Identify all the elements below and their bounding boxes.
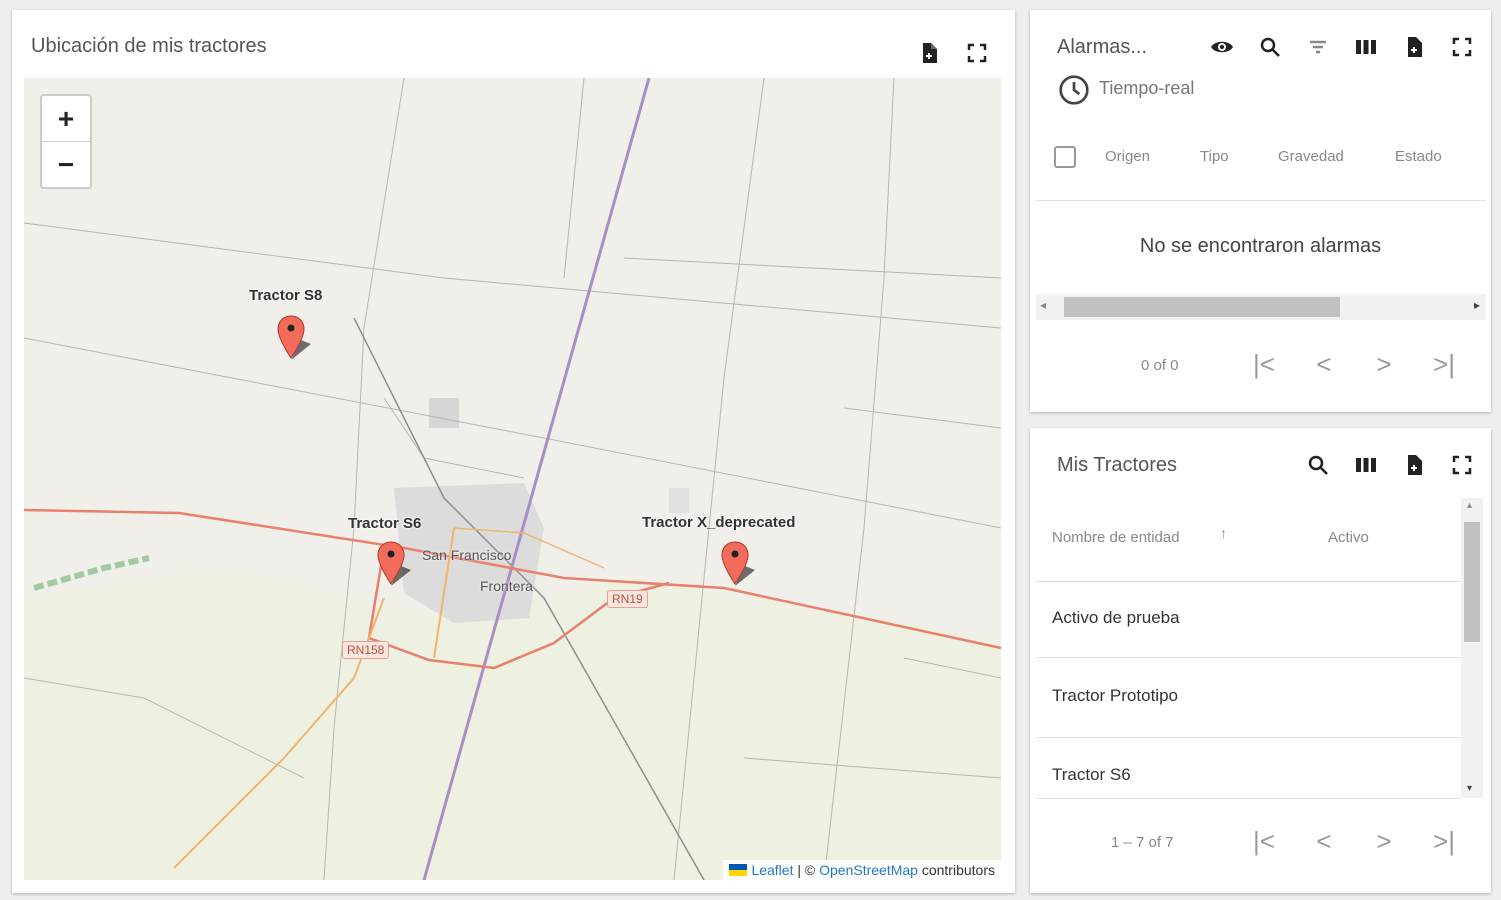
column-header-status[interactable]: Estado <box>1395 148 1442 165</box>
column-header-active[interactable]: Activo <box>1328 529 1369 546</box>
time-window-label[interactable]: Tiempo-real <box>1099 78 1203 99</box>
scroll-thumb[interactable] <box>1064 297 1340 317</box>
search-icon[interactable] <box>1255 32 1285 62</box>
pagination-range: 0 of 0 <box>1141 357 1179 374</box>
zoom-in-button[interactable]: + <box>42 96 90 141</box>
scroll-right-arrow-icon[interactable]: ▸ <box>1474 298 1480 312</box>
fullscreen-icon[interactable] <box>1447 450 1477 480</box>
tractors-widget: Mis Tractores Nombre de entidad ↑ Activo… <box>1030 428 1491 893</box>
scroll-up-arrow-icon[interactable]: ▴ <box>1467 500 1472 511</box>
fullscreen-icon[interactable] <box>1447 32 1477 62</box>
table-row[interactable]: Tractor S6 <box>1052 765 1131 785</box>
last-page-icon[interactable]: >| <box>1429 349 1459 380</box>
row-divider <box>1036 798 1461 799</box>
tractors-title: Mis Tractores <box>1057 454 1178 476</box>
previous-page-icon[interactable]: < <box>1309 349 1339 380</box>
marker-label: Tractor S8 <box>249 287 323 304</box>
header-divider <box>1036 581 1461 582</box>
fullscreen-icon[interactable] <box>962 38 992 68</box>
column-header-origin[interactable]: Origen <box>1105 148 1150 165</box>
place-label: San Francisco <box>422 547 512 563</box>
map-canvas[interactable]: + − San Francisco Frontera RN158 RN19 Tr… <box>24 78 1001 880</box>
next-page-icon[interactable]: > <box>1369 826 1399 857</box>
search-icon[interactable] <box>1303 450 1333 480</box>
map-widget-title: Ubicación de mis tractores <box>31 35 267 57</box>
alarms-widget: Alarmas... Tiempo-real Origen Tipo Grave… <box>1030 10 1491 412</box>
eye-icon[interactable] <box>1207 32 1237 62</box>
map-widget: Ubicación de mis tractores + − San Franc… <box>12 10 1015 893</box>
attribution-suffix: contributors <box>917 862 995 878</box>
map-marker[interactable] <box>377 540 411 590</box>
pagination-range: 1 – 7 of 7 <box>1111 834 1174 851</box>
horizontal-scrollbar[interactable]: ◂ ▸ <box>1036 294 1486 320</box>
previous-page-icon[interactable]: < <box>1309 826 1339 857</box>
column-header-type[interactable]: Tipo <box>1200 148 1229 165</box>
select-all-checkbox[interactable] <box>1054 146 1076 168</box>
attribution-separator: | © <box>793 862 820 878</box>
sort-ascending-icon[interactable]: ↑ <box>1220 525 1227 541</box>
marker-label: Tractor S6 <box>348 515 422 532</box>
table-row[interactable]: Activo de prueba <box>1052 608 1180 628</box>
osm-link[interactable]: OpenStreetMap <box>819 862 918 878</box>
map-marker[interactable] <box>277 314 311 364</box>
first-page-icon[interactable]: |< <box>1249 826 1279 857</box>
ukraine-flag-icon <box>729 864 748 876</box>
row-divider <box>1036 657 1461 658</box>
clock-icon[interactable] <box>1058 74 1090 106</box>
scroll-down-arrow-icon[interactable]: ▾ <box>1467 783 1472 794</box>
road-shield: RN158 <box>342 641 390 659</box>
columns-icon[interactable] <box>1351 32 1381 62</box>
next-page-icon[interactable]: > <box>1369 349 1399 380</box>
empty-alarms-message: No se encontraron alarmas <box>1139 235 1382 257</box>
map-attribution: Leaflet | © OpenStreetMap contributors <box>723 860 1001 880</box>
scroll-thumb[interactable] <box>1464 522 1480 642</box>
header-divider <box>1036 200 1486 201</box>
alarms-title: Alarmas... <box>1057 36 1148 58</box>
zoom-out-button[interactable]: − <box>42 141 90 187</box>
first-page-icon[interactable]: |< <box>1249 349 1279 380</box>
filter-icon[interactable] <box>1303 32 1333 62</box>
file-export-icon[interactable] <box>914 38 944 68</box>
table-row[interactable]: Tractor Prototipo <box>1052 686 1178 706</box>
map-marker[interactable] <box>721 540 755 590</box>
place-label: Frontera <box>480 578 533 594</box>
row-divider <box>1036 737 1461 738</box>
leaflet-link[interactable]: Leaflet <box>751 862 793 878</box>
file-export-icon[interactable] <box>1399 450 1429 480</box>
file-export-icon[interactable] <box>1399 32 1429 62</box>
last-page-icon[interactable]: >| <box>1429 826 1459 857</box>
zoom-control: + − <box>40 94 92 189</box>
columns-icon[interactable] <box>1351 450 1381 480</box>
marker-label: Tractor X_deprecated <box>642 514 796 531</box>
road-shield: RN19 <box>607 590 648 608</box>
scroll-left-arrow-icon[interactable]: ◂ <box>1040 298 1046 312</box>
vertical-scrollbar[interactable]: ▴ ▾ <box>1461 498 1483 798</box>
column-header-severity[interactable]: Gravedad <box>1278 148 1344 165</box>
column-header-entity-name[interactable]: Nombre de entidad <box>1052 529 1180 546</box>
map-tiles <box>24 78 1001 880</box>
